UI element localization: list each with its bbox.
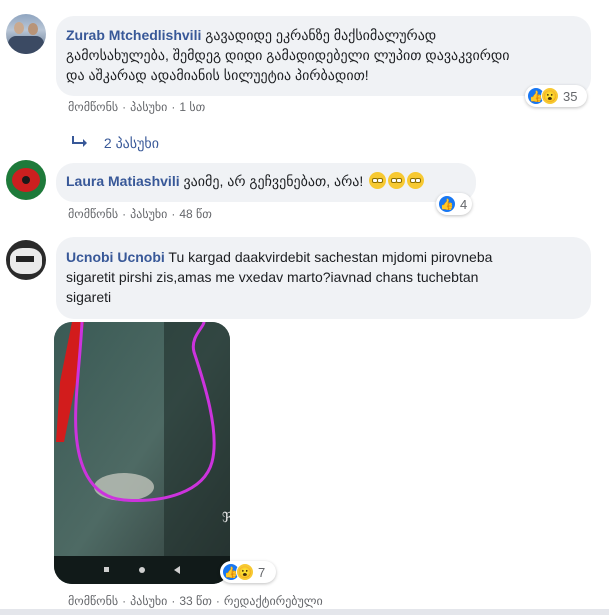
comment-text: Zurab Mtchedlishvili გავადიდე ეკრანზე მა…	[66, 27, 510, 83]
timestamp[interactable]: 33 წთ	[179, 594, 212, 608]
svg-text:ℜ: ℜ	[222, 510, 230, 526]
comment-text: Laura Matiashvili ვაიმე, არ გეჩვენებათ, …	[66, 172, 466, 191]
reply-arrow-icon	[72, 134, 90, 151]
avatar[interactable]	[6, 14, 46, 54]
reaction-summary[interactable]: 👍 😮 35	[525, 85, 587, 107]
reply-link[interactable]: პასუხი	[130, 207, 167, 221]
avatar[interactable]	[6, 240, 46, 280]
comment-author[interactable]: Ucnobi Ucnobi	[66, 249, 165, 265]
edited-label[interactable]: რედაქტირებული	[224, 594, 323, 608]
avatar[interactable]	[6, 160, 46, 200]
reaction-summary[interactable]: 👍 😮 7	[220, 561, 276, 583]
eye-roll-emoji-icon	[388, 172, 406, 189]
like-link[interactable]: მომწონს	[68, 594, 118, 608]
eye-roll-emoji-icon	[407, 172, 425, 189]
comment-bubble: Laura Matiashvili ვაიმე, არ გეჩვენებათ, …	[56, 163, 476, 202]
eye-roll-emoji-icon	[369, 172, 387, 189]
reply-link[interactable]: პასუხი	[130, 594, 167, 608]
photo-content: ℜ	[54, 322, 230, 584]
timestamp[interactable]: 48 წთ	[179, 207, 212, 221]
reaction-count: 7	[258, 564, 266, 580]
comment-actions: მომწონს · პასუხი · 33 წთ · რედაქტირებული	[68, 594, 323, 608]
comment-text: Ucnobi Ucnobi Tu kargad daakvirdebit sac…	[66, 249, 493, 305]
reaction-count: 4	[460, 196, 468, 212]
reaction-count: 35	[563, 88, 578, 104]
divider	[0, 609, 609, 615]
wow-reaction-icon: 😮	[236, 563, 254, 581]
timestamp[interactable]: 1 სთ	[179, 100, 205, 114]
comment-bubble: Zurab Mtchedlishvili გავადიდე ეკრანზე მა…	[56, 16, 591, 96]
comment-actions: მომწონს · პასუხი · 48 წთ	[68, 207, 212, 221]
comment-photo[interactable]: ℜ	[54, 322, 230, 584]
like-reaction-icon: 👍	[438, 195, 456, 213]
view-replies-link[interactable]: 2 პასუხი	[72, 134, 159, 152]
comment-actions: მომწონს · პასუხი · 1 სთ	[68, 100, 206, 114]
like-link[interactable]: მომწონს	[68, 100, 118, 114]
replies-count[interactable]: 2 პასუხი	[104, 135, 159, 151]
reaction-summary[interactable]: 👍 4	[436, 193, 472, 215]
comment-bubble: Ucnobi Ucnobi Tu kargad daakvirdebit sac…	[56, 237, 591, 319]
comment-author[interactable]: Zurab Mtchedlishvili	[66, 27, 201, 43]
wow-reaction-icon: 😮	[541, 87, 559, 105]
comment-author[interactable]: Laura Matiashvili	[66, 173, 180, 189]
like-link[interactable]: მომწონს	[68, 207, 118, 221]
reply-link[interactable]: პასუხი	[130, 100, 167, 114]
